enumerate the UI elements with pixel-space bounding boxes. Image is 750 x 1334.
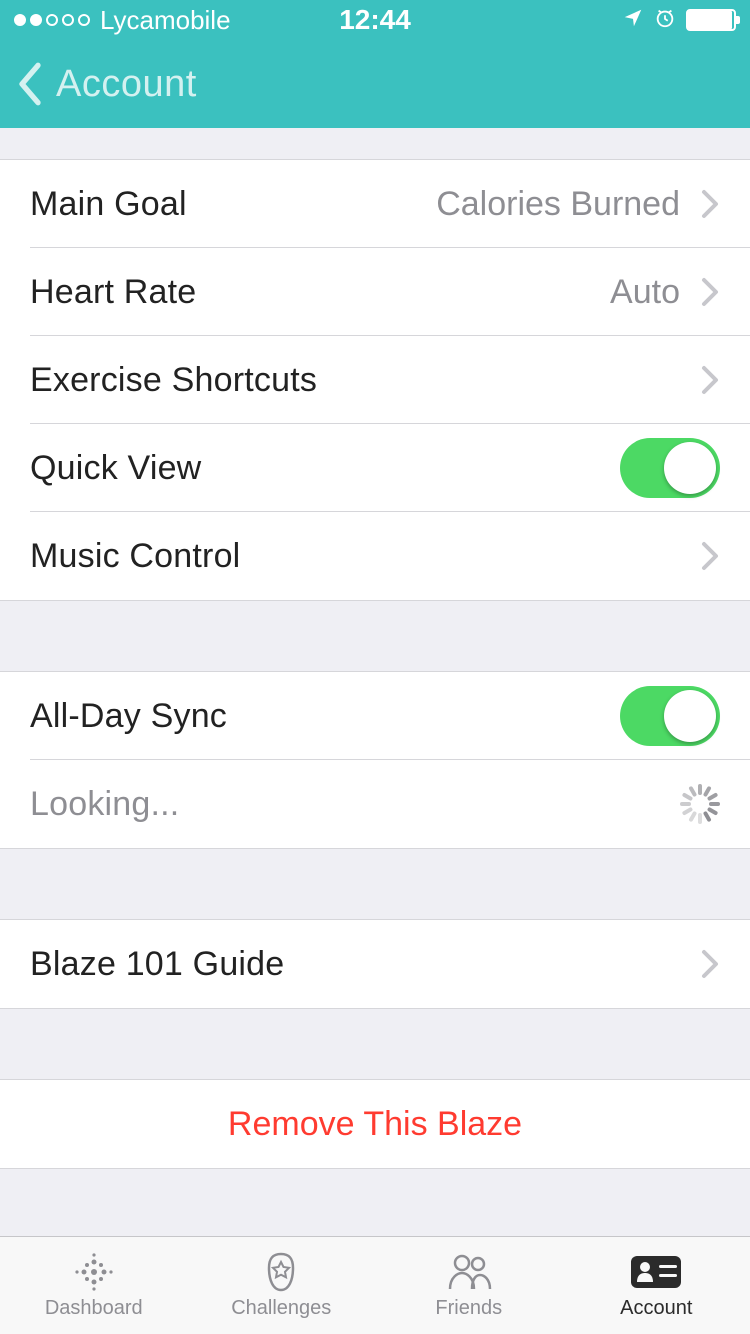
alarm-icon [654, 5, 676, 36]
row-quick-view: Quick View [0, 424, 750, 512]
row-blaze-guide[interactable]: Blaze 101 Guide [0, 920, 750, 1008]
nav-bar: Account [0, 40, 750, 128]
row-label: Heart Rate [30, 273, 610, 312]
tab-label: Challenges [231, 1297, 331, 1320]
remove-group: Remove This Blaze [0, 1079, 750, 1169]
tab-label: Friends [435, 1297, 502, 1320]
tab-bar: Dashboard Challenges Friends [0, 1236, 750, 1334]
page-title: Account [56, 63, 197, 106]
row-label: Looking... [30, 785, 680, 824]
status-bar: Lycamobile 12:44 [0, 0, 750, 40]
row-label: Remove This Blaze [228, 1105, 522, 1144]
row-value: Auto [610, 273, 680, 312]
clock-label: 12:44 [339, 4, 411, 36]
tab-label: Account [620, 1297, 692, 1320]
location-icon [622, 5, 644, 36]
guide-group: Blaze 101 Guide [0, 919, 750, 1009]
account-icon [629, 1251, 683, 1293]
remove-device-button[interactable]: Remove This Blaze [0, 1080, 750, 1168]
row-music-control[interactable]: Music Control [0, 512, 750, 600]
settings-group: Main Goal Calories Burned Heart Rate Aut… [0, 160, 750, 601]
status-right [622, 5, 736, 36]
row-main-goal[interactable]: Main Goal Calories Burned [0, 160, 750, 248]
friends-icon [442, 1251, 496, 1293]
quick-view-toggle[interactable] [620, 438, 720, 498]
loading-spinner-icon [680, 784, 720, 824]
tab-dashboard[interactable]: Dashboard [0, 1237, 188, 1334]
row-label: Main Goal [30, 185, 436, 224]
row-label: Quick View [30, 449, 620, 488]
row-label: Exercise Shortcuts [30, 361, 694, 400]
back-button[interactable] [14, 60, 46, 108]
tab-challenges[interactable]: Challenges [188, 1237, 376, 1334]
chevron-right-icon [700, 188, 720, 220]
dashboard-icon [67, 1251, 121, 1293]
status-left: Lycamobile [14, 5, 231, 36]
row-value: Calories Burned [436, 185, 680, 224]
carrier-label: Lycamobile [100, 5, 231, 36]
chevron-right-icon [700, 276, 720, 308]
tab-friends[interactable]: Friends [375, 1237, 563, 1334]
challenges-icon [254, 1251, 308, 1293]
signal-strength-icon [14, 14, 90, 26]
row-label: Music Control [30, 537, 694, 576]
tab-account[interactable]: Account [563, 1237, 750, 1334]
tab-label: Dashboard [45, 1297, 143, 1320]
row-all-day-sync: All-Day Sync [0, 672, 750, 760]
row-exercise-shortcuts[interactable]: Exercise Shortcuts [0, 336, 750, 424]
all-day-sync-toggle[interactable] [620, 686, 720, 746]
row-heart-rate[interactable]: Heart Rate Auto [0, 248, 750, 336]
row-label: Blaze 101 Guide [30, 945, 694, 984]
row-label: All-Day Sync [30, 697, 620, 736]
chevron-right-icon [700, 364, 720, 396]
chevron-right-icon [700, 540, 720, 572]
sync-group: All-Day Sync Looking... [0, 671, 750, 849]
row-looking: Looking... [0, 760, 750, 848]
battery-icon [686, 9, 736, 31]
chevron-right-icon [700, 948, 720, 980]
